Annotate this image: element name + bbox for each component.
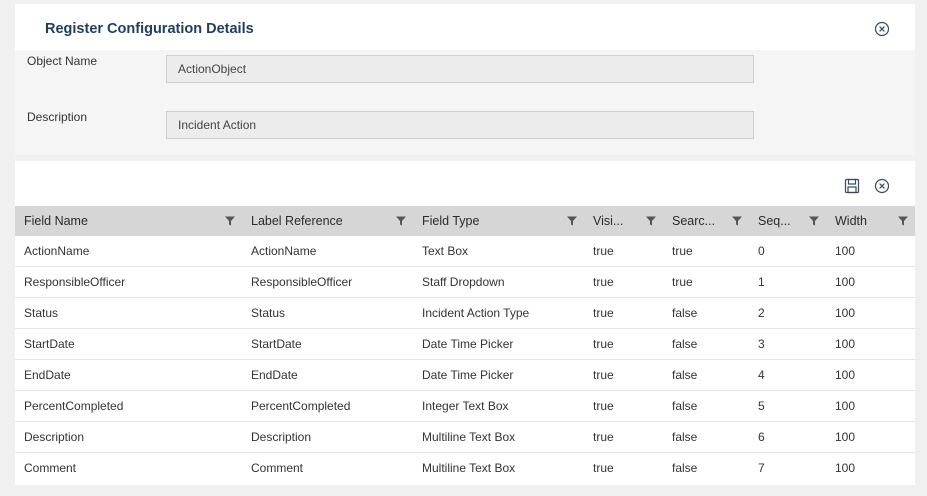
table-cell: Integer Text Box <box>413 390 584 422</box>
table-cell: EndDate <box>15 359 242 391</box>
close-dialog-button[interactable] <box>874 21 890 37</box>
table-cell: ActionName <box>242 236 413 267</box>
table-cell: Description <box>242 421 413 453</box>
dialog-title: Register Configuration Details <box>45 21 254 37</box>
table-cell: 100 <box>826 421 915 453</box>
save-button[interactable] <box>844 178 860 194</box>
table-cell: Staff Dropdown <box>413 266 584 298</box>
filter-icon[interactable] <box>897 215 909 227</box>
table-cell: 100 <box>826 359 915 391</box>
table-cell: Status <box>242 297 413 329</box>
table-cell: 100 <box>826 266 915 298</box>
table-cell: false <box>663 390 749 422</box>
dialog-header: Register Configuration Details <box>15 4 915 50</box>
table-cell: true <box>584 236 663 267</box>
filter-icon[interactable] <box>808 215 820 227</box>
object-name-field[interactable]: ActionObject <box>166 55 754 83</box>
table-cell: 100 <box>826 236 915 267</box>
table-cell: 0 <box>749 236 826 267</box>
table-header-row: Field Name Label Reference Field Type Vi… <box>15 206 915 236</box>
column-header-searchable[interactable]: Searc... <box>663 206 749 236</box>
field-config-grid-panel: Field Name Label Reference Field Type Vi… <box>15 161 915 485</box>
table-cell: true <box>663 266 749 298</box>
table-cell: Date Time Picker <box>413 328 584 360</box>
field-config-table: Field Name Label Reference Field Type Vi… <box>15 206 915 483</box>
object-name-label: Object Name <box>27 54 98 68</box>
close-circle-icon <box>874 21 890 37</box>
table-row[interactable]: ResponsibleOfficer ResponsibleOfficer Staf… <box>15 266 915 298</box>
table-cell: Comment <box>251 461 304 475</box>
table-cell: ActionName <box>15 236 242 267</box>
table-cell: true <box>593 461 614 475</box>
object-details-form: Object Name ActionObject Description Inc… <box>15 50 915 155</box>
description-field[interactable]: Incident Action <box>166 111 754 139</box>
table-cell: 2 <box>749 297 826 329</box>
column-header-width[interactable]: Width <box>826 206 915 236</box>
table-cell: PercentCompleted <box>15 390 242 422</box>
save-icon <box>844 178 860 194</box>
table-cell: Multiline Text Box <box>413 421 584 453</box>
cancel-button[interactable] <box>874 178 890 194</box>
table-cell: 1 <box>749 266 826 298</box>
table-cell: Multiline Text Box <box>422 461 516 475</box>
filter-icon[interactable] <box>566 215 578 227</box>
table-row[interactable]: StartDate StartDate Date Time Picker true fa… <box>15 328 915 360</box>
column-header-label-reference[interactable]: Label Reference <box>242 206 413 236</box>
grid-toolbar <box>15 161 915 206</box>
table-cell: Description <box>15 421 242 453</box>
table-row[interactable]: EndDate EndDate Date Time Picker true false 4… <box>15 359 915 391</box>
description-label: Description <box>27 110 88 124</box>
table-cell: StartDate <box>242 328 413 360</box>
table-row[interactable]: Comment Comment Multiline Text Box true fals… <box>15 453 915 484</box>
table-cell: false <box>663 359 749 391</box>
filter-icon[interactable] <box>395 215 407 227</box>
table-cell: ResponsibleOfficer <box>15 266 242 298</box>
table-cell: false <box>663 421 749 453</box>
table-cell: true <box>584 421 663 453</box>
column-header-field-name[interactable]: Field Name <box>15 206 242 236</box>
table-cell: true <box>663 236 749 267</box>
table-cell: true <box>584 390 663 422</box>
table-cell: false <box>672 461 698 475</box>
table-cell: true <box>584 359 663 391</box>
table-cell: 6 <box>749 421 826 453</box>
table-cell: StartDate <box>15 328 242 360</box>
close-circle-icon <box>874 178 890 194</box>
table-cell: 100 <box>826 297 915 329</box>
table-cell: 100 <box>826 328 915 360</box>
filter-icon[interactable] <box>645 215 657 227</box>
table-cell: Comment <box>24 461 77 475</box>
column-header-sequence[interactable]: Seq... <box>749 206 826 236</box>
table-cell: PercentCompleted <box>242 390 413 422</box>
table-row[interactable]: PercentCompleted PercentCompleted Integer … <box>15 390 915 422</box>
table-cell: Date Time Picker <box>413 359 584 391</box>
table-cell: Text Box <box>413 236 584 267</box>
table-cell: 7 <box>758 461 765 475</box>
table-cell: true <box>584 328 663 360</box>
table-cell: EndDate <box>242 359 413 391</box>
table-cell: Status <box>15 297 242 329</box>
table-row[interactable]: Description Description Multiline Text Box… <box>15 421 915 453</box>
column-header-field-type[interactable]: Field Type <box>413 206 584 236</box>
table-cell: 5 <box>749 390 826 422</box>
table-cell: Incident Action Type <box>413 297 584 329</box>
column-header-visible[interactable]: Visi... <box>584 206 663 236</box>
table-row[interactable]: Status Status Incident Action Type true fals… <box>15 297 915 329</box>
table-row[interactable]: ActionName ActionName Text Box true true 0 100 <box>15 236 915 267</box>
filter-icon[interactable] <box>731 215 743 227</box>
table-cell: false <box>663 297 749 329</box>
table-cell: false <box>663 328 749 360</box>
table-cell: 100 <box>835 461 856 475</box>
table-cell: true <box>584 266 663 298</box>
table-cell: 100 <box>826 390 915 422</box>
filter-icon[interactable] <box>224 215 236 227</box>
table-cell: 4 <box>749 359 826 391</box>
table-cell: true <box>584 297 663 329</box>
table-cell: 3 <box>749 328 826 360</box>
table-cell: ResponsibleOfficer <box>242 266 413 298</box>
